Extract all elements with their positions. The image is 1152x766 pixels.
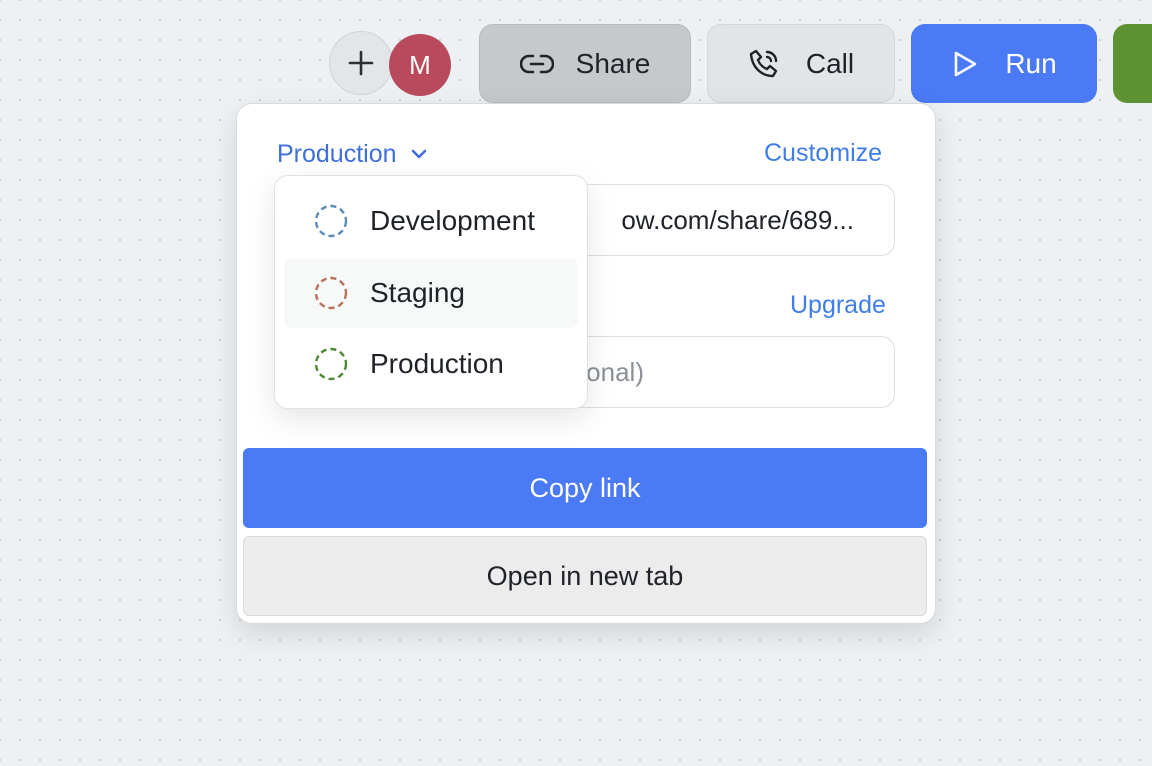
avatar[interactable]: M (389, 34, 451, 96)
phone-icon (748, 48, 780, 80)
copy-link-label: Copy link (529, 473, 640, 504)
menu-item-label: Production (370, 348, 504, 380)
add-button[interactable] (329, 31, 393, 95)
dashed-circle-icon (314, 347, 348, 381)
customize-link[interactable]: Customize (764, 139, 882, 168)
dashed-circle-icon (314, 276, 348, 310)
environment-menu: Development Staging Production (274, 175, 588, 409)
menu-item-production[interactable]: Production (284, 329, 578, 399)
menu-item-staging[interactable]: Staging (284, 258, 578, 328)
play-icon (951, 49, 979, 79)
plus-icon (348, 50, 374, 76)
environment-selector[interactable]: Production (277, 138, 427, 170)
copy-link-button[interactable]: Copy link (243, 448, 927, 528)
share-url-text: ow.com/share/689... (621, 205, 854, 236)
upgrade-link[interactable]: Upgrade (790, 291, 886, 320)
dashed-circle-icon (314, 204, 348, 238)
share-button[interactable]: Share (479, 24, 691, 103)
link-icon (520, 53, 554, 75)
extra-toolbar-button[interactable] (1113, 24, 1152, 103)
chevron-down-icon (411, 149, 427, 159)
environment-selected-label: Production (277, 140, 397, 169)
menu-item-development[interactable]: Development (284, 186, 578, 256)
run-label: Run (1005, 48, 1056, 80)
menu-item-label: Development (370, 205, 535, 237)
open-in-new-tab-label: Open in new tab (487, 561, 684, 592)
share-label: Share (576, 48, 651, 80)
call-button[interactable]: Call (707, 24, 895, 103)
menu-item-label: Staging (370, 277, 465, 309)
avatar-initial: M (409, 50, 431, 81)
call-label: Call (806, 48, 854, 80)
password-placeholder: onal) (586, 357, 644, 388)
open-in-new-tab-button[interactable]: Open in new tab (243, 536, 927, 616)
run-button[interactable]: Run (911, 24, 1097, 103)
